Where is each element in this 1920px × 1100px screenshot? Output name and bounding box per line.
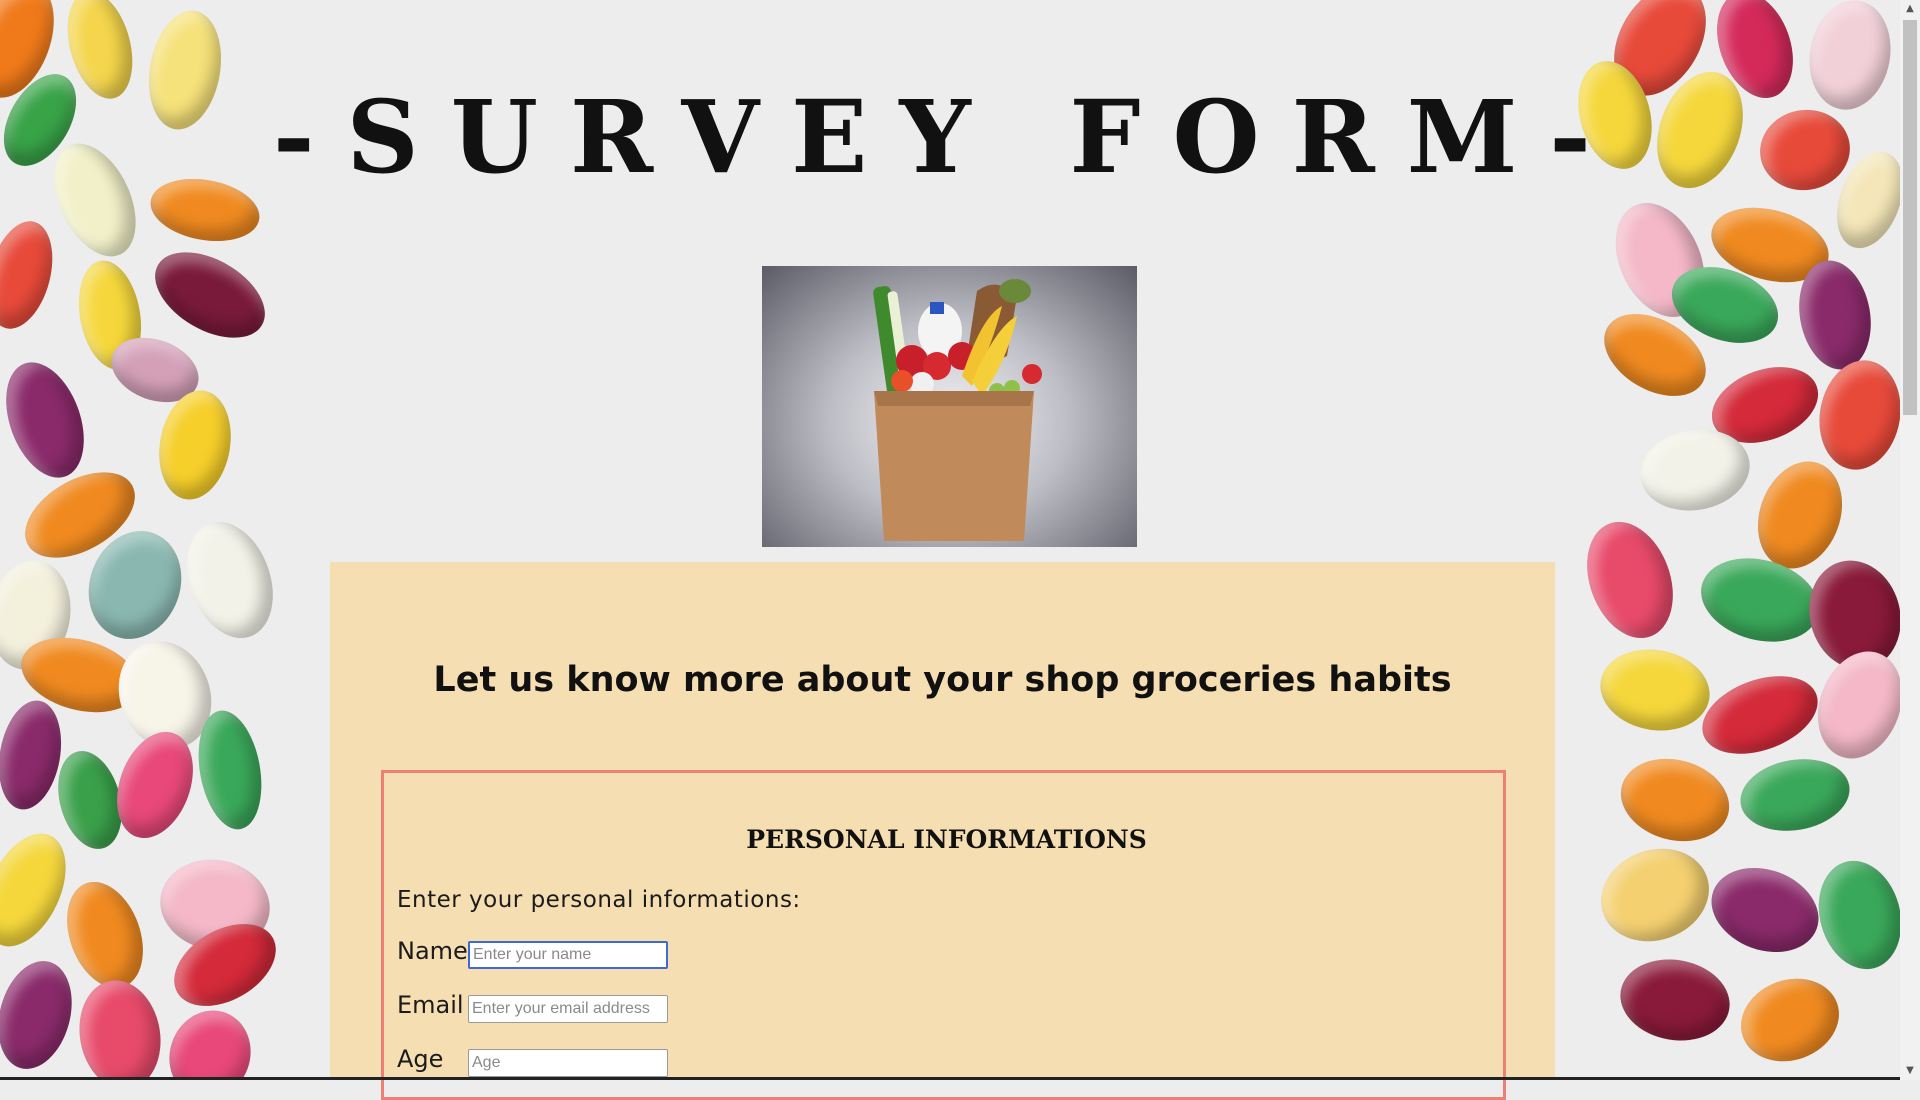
personal-info-fieldset: PERSONAL INFORMATIONS Enter your persona… [381,770,1506,1100]
name-label: Name [397,937,468,965]
scroll-down-arrow-icon[interactable]: ▼ [1900,1062,1920,1080]
section-heading: PERSONAL INFORMATIONS [746,825,1147,854]
section-intro: Enter your personal informations: [397,887,801,913]
age-input[interactable] [468,1049,668,1077]
age-label: Age [397,1045,444,1073]
scroll-up-arrow-icon[interactable]: ▲ [1900,0,1920,18]
scrollbar-thumb[interactable] [1903,20,1917,415]
email-label: Email [397,991,464,1019]
grocery-bag-image [762,266,1137,547]
vertical-scrollbar[interactable]: ▲ ▼ [1900,0,1920,1080]
name-input[interactable] [468,941,668,969]
email-input[interactable] [468,995,668,1023]
survey-panel: Let us know more about your shop groceri… [330,562,1555,1100]
page-title: -SURVEY FORM- [273,78,1623,196]
form-subtitle: Let us know more about your shop groceri… [433,660,1452,700]
grocery-bag-icon [873,279,1042,541]
